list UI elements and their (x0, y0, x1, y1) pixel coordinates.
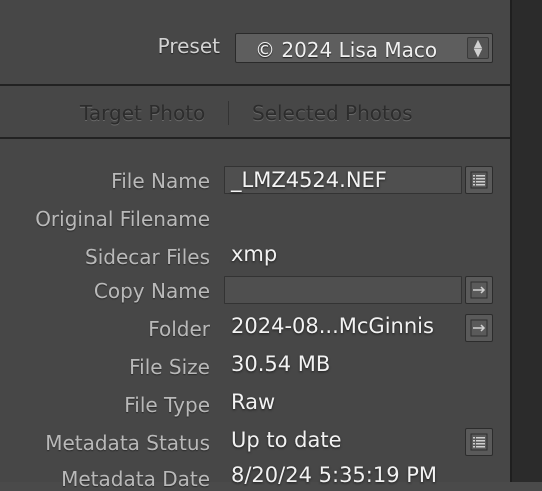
copy-name-go-button[interactable] (465, 276, 493, 304)
arrow-right-icon (470, 319, 488, 337)
file-name-label: File Name (111, 169, 210, 193)
sidecar-files-label: Sidecar Files (85, 245, 210, 269)
folder-go-button[interactable] (465, 314, 493, 342)
updown-arrows-icon: ▲ ▼ (467, 37, 489, 59)
tab-selected-photos[interactable]: Selected Photos (252, 101, 413, 125)
file-size-label: File Size (129, 355, 210, 379)
tab-divider (228, 101, 229, 125)
file-size-value: 30.54 MB (231, 352, 331, 376)
metadata-status-list-button[interactable] (465, 428, 493, 456)
file-name-value: _LMZ4524.NEF (231, 168, 387, 192)
arrow-right-icon (470, 281, 488, 299)
divider (0, 84, 510, 86)
sidecar-files-value: xmp (231, 242, 278, 266)
metadata-date-value: 8/20/24 5:35:19 PM (231, 463, 438, 487)
scrollbar-track[interactable] (512, 0, 542, 482)
file-type-label: File Type (124, 393, 210, 417)
metadata-panel: Preset © 2024 Lisa Maco ▲ ▼ Target Photo … (0, 0, 510, 491)
copy-name-field[interactable] (224, 276, 462, 304)
metadata-date-label: Metadata Date (61, 467, 210, 491)
copy-name-label: Copy Name (93, 279, 210, 303)
list-icon (470, 433, 488, 451)
file-name-list-button[interactable] (465, 166, 493, 194)
metadata-status-value: Up to date (231, 428, 342, 452)
preset-select[interactable]: © 2024 Lisa Maco ▲ ▼ (235, 33, 493, 63)
original-filename-label: Original Filename (35, 207, 210, 231)
metadata-status-label: Metadata Status (45, 431, 210, 455)
file-name-field[interactable]: _LMZ4524.NEF (224, 166, 462, 194)
folder-value: 2024-08...McGinnis (231, 314, 434, 338)
divider (0, 137, 510, 139)
list-icon (470, 171, 488, 189)
file-type-value: Raw (231, 390, 276, 414)
folder-label: Folder (148, 317, 210, 341)
preset-label: Preset (157, 34, 220, 58)
preset-value: © 2024 Lisa Maco (255, 38, 438, 62)
tab-target-photo[interactable]: Target Photo (80, 101, 205, 125)
